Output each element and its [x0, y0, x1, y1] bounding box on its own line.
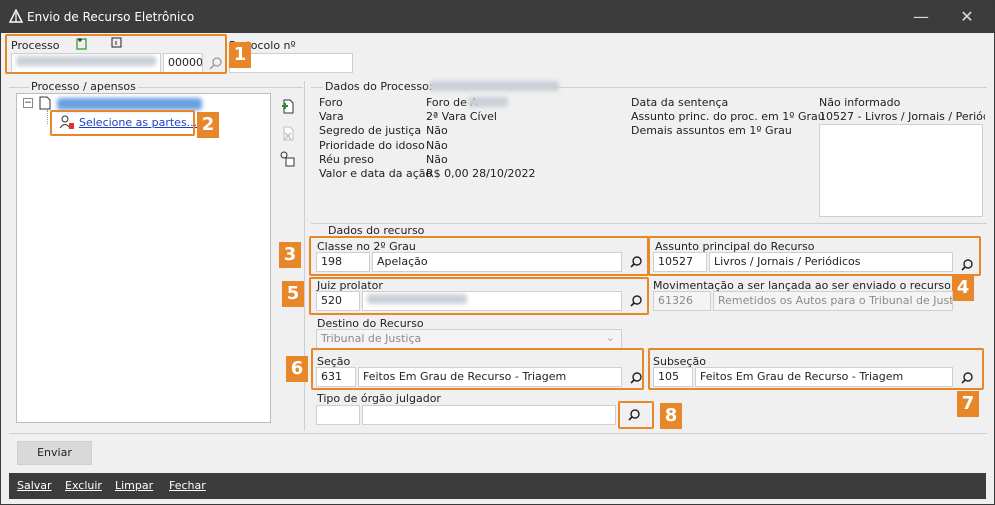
highlight-box-3: [309, 236, 649, 276]
assunto-1grau-label: Assunto princ. do proc. em 1º Grau: [631, 110, 825, 123]
badge-7: 7: [957, 391, 979, 417]
movimentacao-name-input: Remetidos os Autos para o Tribunal de Ju…: [713, 291, 953, 311]
badge-2: 2: [197, 112, 219, 138]
tipo-orgao-name-input[interactable]: [362, 405, 616, 425]
foro-redacted: [468, 97, 508, 110]
idoso-value: Não: [426, 139, 448, 152]
tipo-orgao-code-input[interactable]: [316, 405, 360, 425]
highlight-box-6: [311, 348, 644, 390]
highlight-box-7: [648, 348, 984, 390]
remove-apenso-icon[interactable]: [279, 125, 295, 141]
assunto-1grau-value: 10527 - Livros / Jornais / Periódic: [819, 110, 985, 123]
excluir-button[interactable]: Excluir: [65, 479, 102, 492]
app-logo-icon: [9, 9, 23, 23]
vara-value: 2ª Vara Cível: [426, 110, 497, 123]
enviar-button[interactable]: Enviar: [17, 441, 92, 465]
highlight-box-8: [618, 401, 654, 429]
sentenca-label: Data da sentença: [631, 96, 729, 109]
badge-8: 8: [660, 403, 682, 429]
valor-label: Valor e data da ação: [319, 167, 433, 180]
demais-assuntos-label: Demais assuntos em 1º Grau: [631, 124, 792, 137]
movimentacao-code-input: 61326: [653, 291, 711, 311]
badge-6: 6: [286, 356, 308, 382]
processo-number-redacted: [429, 81, 559, 94]
vara-label: Vara: [319, 110, 344, 123]
document-icon: [39, 96, 51, 110]
reu-preso-label: Réu preso: [319, 153, 374, 166]
close-button[interactable]: ✕: [957, 7, 977, 27]
segredo-value: Não: [426, 124, 448, 137]
add-apenso-icon[interactable]: [279, 98, 295, 114]
bottom-divider: [9, 433, 987, 434]
foro-label: Foro: [319, 96, 343, 109]
dados-processo-header: Dados do Processo:: [323, 80, 435, 93]
highlight-box-5: [309, 277, 649, 315]
limpar-button[interactable]: Limpar: [115, 479, 153, 492]
badge-1: 1: [229, 42, 251, 68]
sentenca-value: Não informado: [819, 96, 901, 109]
salvar-button[interactable]: Salvar: [17, 479, 52, 492]
badge-3: 3: [279, 242, 301, 268]
valor-value: R$ 0,00 28/10/2022: [426, 167, 536, 180]
fechar-button[interactable]: Fechar: [169, 479, 206, 492]
tree-line: [47, 110, 48, 124]
destino-value: Tribunal de Justiça: [321, 332, 422, 345]
window-title: Envio de Recurso Eletrônico: [27, 10, 195, 24]
window: Envio de Recurso Eletrônico — ✕ Processo…: [0, 0, 995, 505]
highlight-box-1: [5, 34, 227, 74]
apensos-label: Processo / apensos: [29, 80, 138, 93]
highlight-box-2: [50, 110, 195, 136]
minimize-button[interactable]: —: [911, 7, 931, 27]
destino-select: Tribunal de Justiça ⌄: [316, 329, 622, 349]
highlight-box-4: [648, 236, 981, 276]
chevron-down-icon: ⌄: [605, 331, 615, 344]
badge-5: 5: [282, 281, 304, 307]
badge-4: 4: [952, 275, 974, 301]
demais-assuntos-list[interactable]: [819, 124, 983, 217]
title-bar: Envio de Recurso Eletrônico — ✕: [1, 1, 994, 33]
tipo-orgao-label: Tipo de órgão julgador: [317, 392, 441, 405]
collapse-icon[interactable]: −: [23, 98, 33, 108]
segredo-label: Segredo de justiça: [319, 124, 422, 137]
apensos-tree: − Selecione as partes...: [16, 93, 271, 423]
idoso-label: Prioridade do idoso: [319, 139, 425, 152]
action-bar: Salvar Excluir Limpar Fechar: [9, 473, 986, 499]
reu-preso-value: Não: [426, 153, 448, 166]
parts-icon[interactable]: [279, 151, 295, 167]
